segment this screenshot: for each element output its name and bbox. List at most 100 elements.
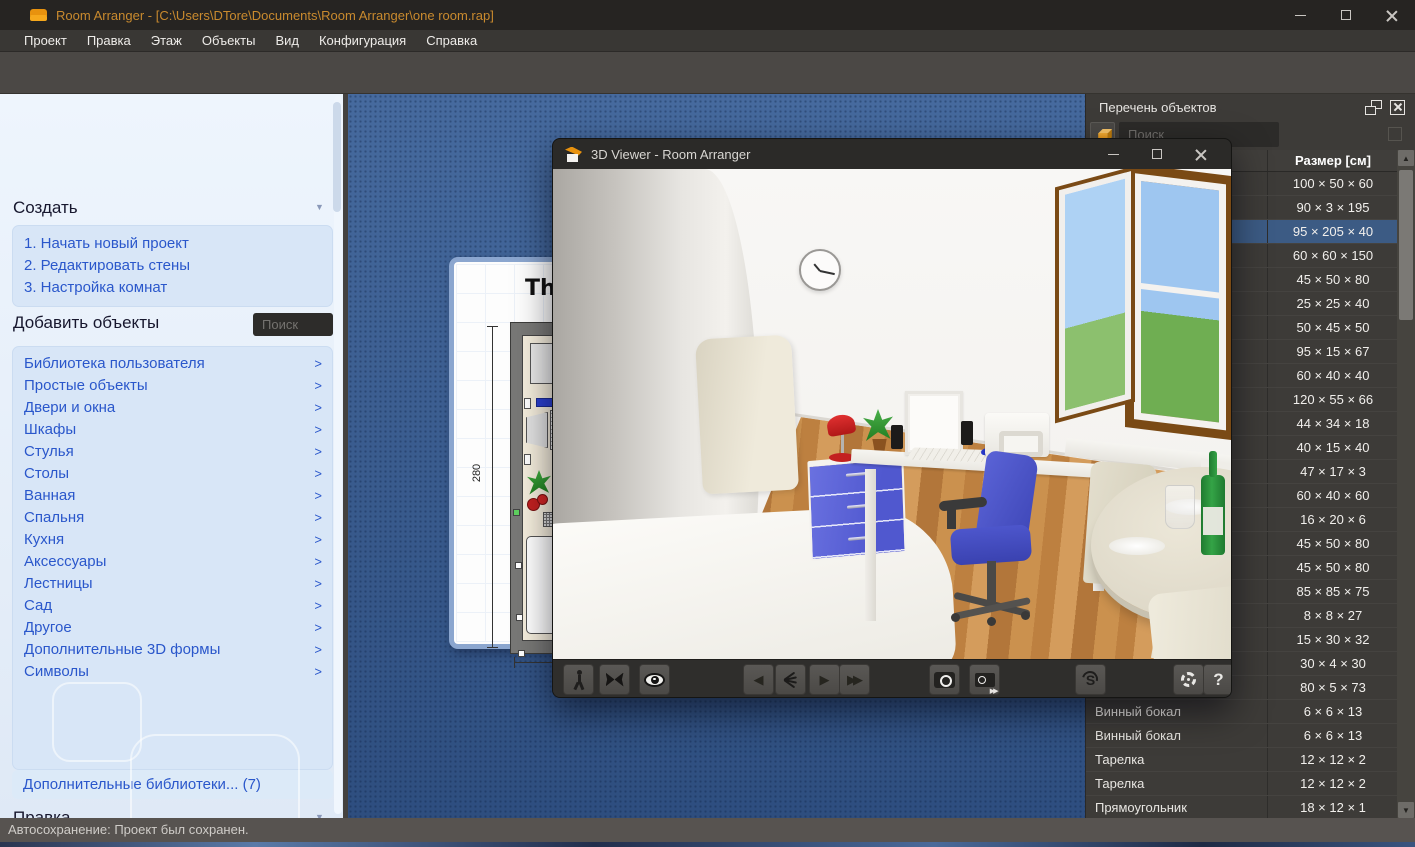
rotate-icon: S — [1078, 667, 1101, 690]
bed-headboard — [695, 334, 799, 495]
object-size-cell: 50 × 45 × 50 — [1296, 320, 1370, 335]
menu-item[interactable]: Объекты — [192, 30, 266, 52]
object-size-cell: 8 × 8 × 27 — [1303, 608, 1363, 623]
table-row[interactable]: Винный бокал 6 × 6 × 13 — [1086, 700, 1398, 724]
sidebar-category[interactable]: Столы > — [13, 462, 332, 484]
object-name-cell: Тарелка — [1086, 748, 1268, 771]
walk-mode-button[interactable] — [563, 664, 594, 695]
plan-chair — [526, 412, 548, 448]
object-size-cell: 15 × 30 × 32 — [1296, 632, 1370, 647]
table-row[interactable]: Тарелка 12 × 12 × 2 — [1086, 748, 1398, 772]
menu-item[interactable]: Правка — [77, 30, 141, 52]
sidebar-category[interactable]: Другое > — [13, 616, 332, 638]
viewer-settings-button[interactable] — [1173, 664, 1204, 695]
panel-close-button[interactable] — [1390, 100, 1405, 115]
create-step-link[interactable]: 3. Настройка комнат — [13, 277, 332, 299]
burst-icon — [780, 669, 802, 691]
record-video-button[interactable]: ▶▶ — [969, 664, 1000, 695]
menu-item[interactable]: Этаж — [141, 30, 192, 52]
object-size-cell: 40 × 15 × 40 — [1296, 440, 1370, 455]
viewer-maximize-button[interactable] — [1135, 139, 1179, 169]
selection-handle[interactable] — [515, 562, 522, 569]
plan-lamp — [537, 494, 548, 505]
sidebar-scroll-thumb[interactable] — [333, 102, 341, 212]
chevron-right-icon: > — [314, 553, 322, 569]
plan-speaker — [524, 454, 531, 465]
sidebar-category[interactable]: Шкафы > — [13, 418, 332, 440]
selection-handle[interactable] — [516, 614, 523, 621]
collapse-create-icon[interactable]: ▼ — [315, 202, 324, 212]
panel-float-button[interactable] — [1365, 100, 1382, 115]
title-bar: Room Arranger - [C:\Users\DTore\Document… — [0, 0, 1415, 30]
camera-icon — [934, 671, 955, 688]
panel-title: Перечень объектов — [1099, 99, 1217, 115]
viewer-help-button[interactable]: ? — [1203, 664, 1231, 695]
sidebar-category[interactable]: Стулья > — [13, 440, 332, 462]
app-sofa-icon — [30, 9, 47, 21]
close-button[interactable] — [1369, 0, 1415, 30]
chevron-right-icon: > — [314, 597, 322, 613]
selection-handle[interactable] — [513, 509, 520, 516]
table-row[interactable]: Прямоугольник 18 × 12 × 1 — [1086, 796, 1398, 818]
panel-scrollbar[interactable]: ▲ ▼ — [1397, 150, 1415, 818]
edit-section-title: Правка — [13, 808, 71, 818]
viewer-minimize-button[interactable] — [1091, 139, 1135, 169]
category-label: Ванная — [24, 486, 76, 504]
sidebar-scrollbar[interactable] — [333, 96, 342, 814]
fly-mode-button[interactable] — [599, 664, 630, 695]
create-steps-box: 1. Начать новый проект 2. Редактировать с… — [12, 225, 333, 307]
step-back-button[interactable]: ◀ — [743, 664, 774, 695]
3d-canvas[interactable] — [553, 169, 1231, 659]
table-row[interactable]: Тарелка 12 × 12 × 2 — [1086, 772, 1398, 796]
play-button[interactable]: ▶ — [809, 664, 840, 695]
maximize-icon — [1341, 10, 1351, 20]
object-size-cell: 18 × 12 × 1 — [1300, 800, 1366, 815]
speaker — [961, 421, 973, 445]
sidebar-category[interactable]: Простые объекты > — [13, 374, 332, 396]
sidebar-category[interactable]: Кухня > — [13, 528, 332, 550]
fast-forward-button[interactable]: ▶▶ — [839, 664, 870, 695]
menu-item[interactable]: Справка — [416, 30, 487, 52]
chevron-right-icon: > — [314, 487, 322, 503]
menu-item[interactable]: Вид — [265, 30, 309, 52]
sidebar-category[interactable]: Символы > — [13, 660, 332, 682]
viewer-close-button[interactable] — [1179, 139, 1223, 169]
selection-handle[interactable] — [518, 650, 525, 657]
create-step-link[interactable]: 1. Начать новый проект — [13, 233, 332, 255]
scroll-up-button[interactable]: ▲ — [1398, 150, 1414, 166]
panel-corner-button[interactable] — [1388, 127, 1402, 141]
category-label: Дополнительные 3D формы — [24, 640, 221, 658]
size-column-header[interactable]: Размер [см] — [1268, 150, 1398, 171]
sidebar-category[interactable]: Аксессуары > — [13, 550, 332, 572]
menu-bar: Проект Правка Этаж Объекты Вид Конфигурация Сп… — [0, 30, 1415, 52]
sidebar-category[interactable]: Библиотека пользователя > — [13, 352, 332, 374]
sidebar-category[interactable]: Дополнительные 3D формы > — [13, 638, 332, 660]
menu-item[interactable]: Конфигурация — [309, 30, 416, 52]
add-objects-title: Добавить объекты — [13, 313, 160, 332]
dining-chair-foreground — [1147, 583, 1231, 659]
maximize-button[interactable] — [1323, 0, 1369, 30]
category-label: Спальня — [24, 508, 85, 526]
sidebar-category[interactable]: Сад > — [13, 594, 332, 616]
table-row[interactable]: Винный бокал 6 × 6 × 13 — [1086, 724, 1398, 748]
category-label: Лестницы — [24, 574, 93, 592]
rotate-scene-button[interactable]: S — [1075, 664, 1106, 695]
gear-icon — [1181, 672, 1196, 687]
jump-to-camera-button[interactable] — [775, 664, 806, 695]
sidebar-category[interactable]: Спальня > — [13, 506, 332, 528]
minimize-button[interactable] — [1277, 0, 1323, 30]
search-button[interactable]: Поиск — [253, 313, 333, 336]
sidebar-category[interactable]: Лестницы > — [13, 572, 332, 594]
sidebar-category[interactable]: Ванная > — [13, 484, 332, 506]
object-size-cell: 45 × 50 × 80 — [1296, 272, 1370, 287]
status-text: Автосохранение: Проект был сохранен. — [8, 822, 249, 837]
scroll-thumb[interactable] — [1399, 170, 1413, 320]
scene-window — [1125, 169, 1231, 441]
scroll-down-button[interactable]: ▼ — [1398, 802, 1414, 818]
sidebar-category[interactable]: Двери и окна > — [13, 396, 332, 418]
look-mode-button[interactable] — [639, 664, 670, 695]
maximize-icon — [1152, 149, 1162, 159]
menu-item[interactable]: Проект — [14, 30, 77, 52]
screenshot-button[interactable] — [929, 664, 960, 695]
create-step-link[interactable]: 2. Редактировать стены — [13, 255, 332, 277]
